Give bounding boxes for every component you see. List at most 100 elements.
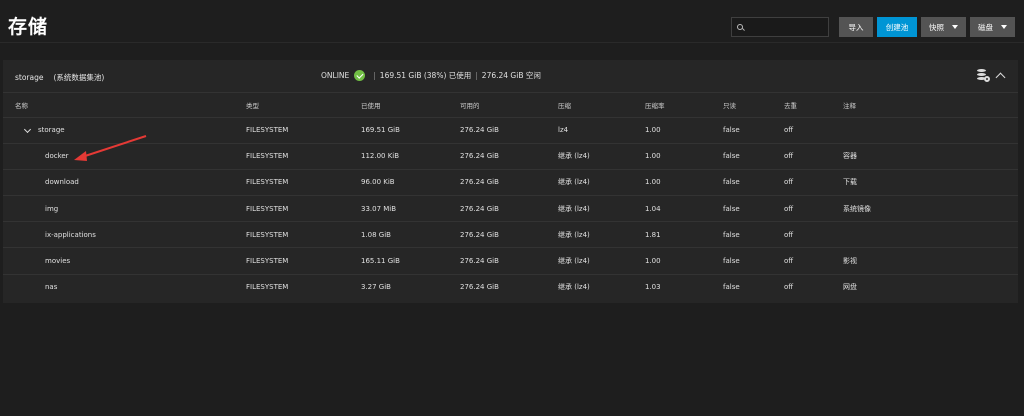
more-vert-icon[interactable] <box>1017 125 1018 136</box>
caret-down-icon <box>952 25 958 29</box>
dataset-compression: lz4 <box>558 126 569 135</box>
dataset-available: 276.24 GiB <box>460 126 499 135</box>
dataset-name: docker <box>45 152 69 161</box>
dataset-type: FILESYSTEM <box>246 283 289 292</box>
column-header-available[interactable]: 可用的 <box>460 93 558 117</box>
disks-button[interactable]: 磁盘 <box>970 17 1015 37</box>
table-row[interactable]: storage FILESYSTEM 169.51 GiB 276.24 GiB lz4… <box>3 117 1018 143</box>
table-row[interactable]: ix-applications FILESYSTEM 1.08 GiB 276.24 … <box>3 221 1018 248</box>
column-header-name[interactable]: 名称 <box>3 93 246 117</box>
pool-description: (系统数据集池) <box>53 73 105 82</box>
dataset-name: download <box>45 178 79 187</box>
dataset-dedup: off <box>784 204 794 213</box>
check-circle-icon <box>354 70 366 81</box>
table-row[interactable]: movies FILESYSTEM 165.11 GiB 276.24 GiB 继承 (… <box>3 247 1018 274</box>
dataset-available: 276.24 GiB <box>460 152 499 161</box>
pool-name: storage <box>15 73 44 82</box>
dataset-name-cell[interactable]: img <box>3 196 246 222</box>
dataset-compression: 继承 (lz4) <box>558 204 590 213</box>
dataset-ratio: 1.00 <box>645 178 661 187</box>
column-header-ratio[interactable]: 压缩率 <box>645 93 723 117</box>
row-actions-cell <box>983 169 1018 195</box>
row-actions-cell <box>983 117 1018 143</box>
search-box[interactable] <box>731 17 829 37</box>
dataset-readonly: false <box>723 126 740 135</box>
dataset-dedup: off <box>784 283 794 292</box>
snapshots-button[interactable]: 快照 <box>921 17 966 37</box>
dataset-name: ix-applications <box>45 230 96 239</box>
database-gear-icon[interactable] <box>977 69 990 82</box>
dataset-used: 3.27 GiB <box>361 283 391 292</box>
more-vert-icon[interactable] <box>1017 151 1018 162</box>
column-header-readonly[interactable]: 只读 <box>723 93 784 117</box>
dataset-name-cell[interactable]: ix-applications <box>3 222 246 248</box>
dataset-available: 276.24 GiB <box>460 178 499 187</box>
dataset-name-cell[interactable]: download <box>3 169 246 195</box>
column-header-used[interactable]: 已使用 <box>361 93 460 117</box>
dataset-type: FILESYSTEM <box>246 257 289 266</box>
dataset-available: 276.24 GiB <box>460 257 499 266</box>
toolbar: 导入 创建池 快照 磁盘 <box>731 17 1015 37</box>
search-icon <box>737 24 743 30</box>
dataset-name-cell[interactable]: docker <box>3 143 246 169</box>
column-header-actions <box>983 93 1018 117</box>
dataset-available: 276.24 GiB <box>460 283 499 292</box>
dataset-name-cell[interactable]: nas <box>3 274 246 300</box>
dataset-ratio: 1.04 <box>645 204 661 213</box>
dataset-readonly: false <box>723 178 740 187</box>
dataset-readonly: false <box>723 230 740 239</box>
dataset-compression: 继承 (lz4) <box>558 230 590 239</box>
dataset-ratio: 1.00 <box>645 257 661 266</box>
dataset-type: FILESYSTEM <box>246 152 289 161</box>
more-vert-icon[interactable] <box>1017 256 1018 267</box>
title-divider <box>0 42 1024 43</box>
dataset-name: img <box>45 204 59 213</box>
create-pool-button[interactable]: 创建池 <box>877 17 917 37</box>
table-row[interactable]: img FILESYSTEM 33.07 MiB 276.24 GiB 继承 (lz4)… <box>3 195 1018 222</box>
dataset-ratio: 1.00 <box>645 152 661 161</box>
dataset-dedup: off <box>784 257 794 266</box>
dataset-used: 112.00 KiB <box>361 152 400 161</box>
dataset-dedup: off <box>784 230 794 239</box>
table-row[interactable]: docker FILESYSTEM 112.00 KiB 276.24 GiB 继承 (… <box>3 143 1018 169</box>
table-header-row: 名称 类型 已使用 可用的 压缩 压缩率 只读 去重 注释 <box>3 93 1018 117</box>
pool-title: storage (系统数据集池) <box>15 72 104 83</box>
snapshots-button-label: 快照 <box>929 22 944 32</box>
dataset-ratio: 1.00 <box>645 126 661 135</box>
separator: | <box>373 71 376 80</box>
dataset-name-cell[interactable]: storage <box>3 117 246 143</box>
import-button[interactable]: 导入 <box>839 17 873 37</box>
table-row[interactable]: nas FILESYSTEM 3.27 GiB 276.24 GiB 继承 (lz4) 1… <box>3 274 1018 300</box>
pool-card-header: storage (系统数据集池) ONLINE | 169.51 GiB (38%… <box>3 60 1018 93</box>
search-input[interactable] <box>747 23 827 31</box>
dataset-compression: 继承 (lz4) <box>558 283 590 292</box>
dataset-readonly: false <box>723 283 740 292</box>
table-row[interactable]: download FILESYSTEM 96.00 KiB 276.24 GiB 继承 … <box>3 169 1018 195</box>
column-header-comment[interactable]: 注释 <box>843 93 983 117</box>
dataset-name: nas <box>45 283 58 292</box>
more-vert-icon[interactable] <box>1017 203 1018 214</box>
column-header-dedup[interactable]: 去重 <box>784 93 843 117</box>
row-actions-cell <box>983 143 1018 169</box>
dataset-table: 名称 类型 已使用 可用的 压缩 压缩率 只读 去重 注释 storage FIL… <box>3 93 1018 300</box>
dataset-ratio: 1.81 <box>645 230 661 239</box>
dataset-name: storage <box>38 126 65 135</box>
more-vert-icon[interactable] <box>1017 229 1018 240</box>
column-header-type[interactable]: 类型 <box>246 93 361 117</box>
dataset-ratio: 1.03 <box>645 283 661 292</box>
row-actions-cell <box>983 222 1018 248</box>
column-header-compression[interactable]: 压缩 <box>558 93 645 117</box>
more-vert-icon[interactable] <box>1017 177 1018 188</box>
chevron-down-icon[interactable] <box>23 125 32 133</box>
more-vert-icon[interactable] <box>1017 282 1018 293</box>
dataset-dedup: off <box>784 152 794 161</box>
dataset-comment: 网盘 <box>843 283 857 292</box>
dataset-readonly: false <box>723 257 740 266</box>
page-title: 存储 <box>8 16 49 38</box>
dataset-name-cell[interactable]: movies <box>3 248 246 274</box>
dataset-type: FILESYSTEM <box>246 178 289 187</box>
dataset-used: 1.08 GiB <box>361 230 391 239</box>
dataset-readonly: false <box>723 204 740 213</box>
caret-down-icon <box>1001 25 1007 29</box>
chevron-up-icon[interactable] <box>995 72 1006 83</box>
